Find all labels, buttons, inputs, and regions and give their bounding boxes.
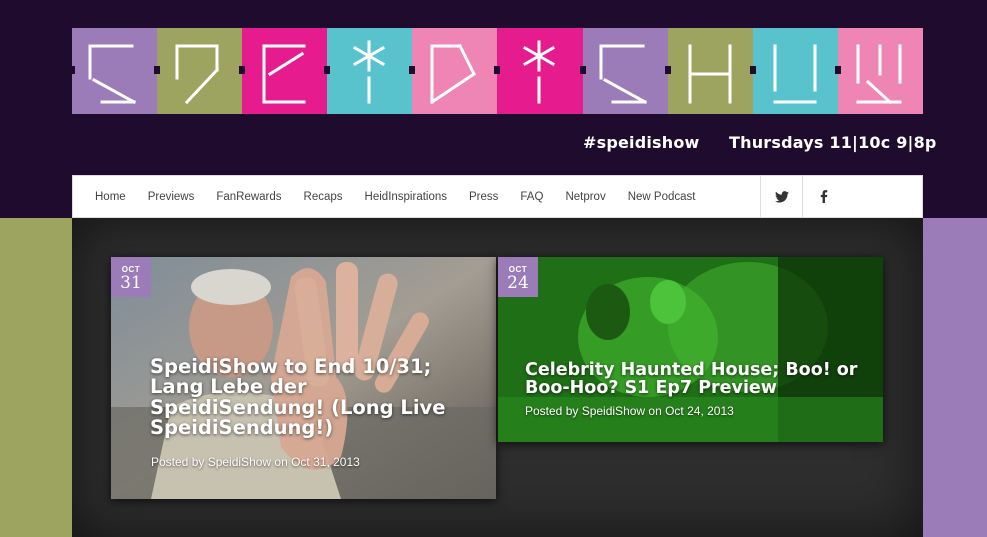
logo-tile: [69, 28, 158, 114]
nav-item-press[interactable]: Press: [469, 191, 498, 203]
nav-item-recaps[interactable]: Recaps: [304, 191, 343, 203]
right-color-band: [923, 218, 987, 537]
logo-tile: [664, 28, 753, 114]
logo-tile: [154, 28, 243, 114]
twitter-button[interactable]: [760, 176, 803, 217]
nav-item-previews[interactable]: Previews: [148, 191, 195, 203]
main-nav: Home Previews FanRewards Recaps HeidInsp…: [72, 175, 923, 218]
site-logo[interactable]: [69, 28, 923, 114]
schedule-text: Thursdays 11|10c 9|8p: [729, 133, 937, 152]
date-badge: OCT 24: [498, 257, 538, 297]
post-title[interactable]: SpeidiShow to End 10/31; Lang Lebe der S…: [150, 356, 480, 439]
post-title[interactable]: Celebrity Haunted House; Boo! or Boo-Hoo…: [525, 361, 875, 398]
nav-item-netprov[interactable]: Netprov: [565, 191, 605, 203]
nav-item-home[interactable]: Home: [95, 191, 126, 203]
nav-item-fanrewards[interactable]: FanRewards: [216, 191, 281, 203]
logo-tile: [579, 28, 668, 114]
post-card[interactable]: OCT 31 SpeidiShow to End 10/31; Lang Leb…: [111, 257, 496, 499]
date-badge: OCT 31: [111, 257, 151, 297]
hashtag-text: #speidishow: [583, 133, 700, 152]
logo-tile: [749, 28, 838, 114]
nav-item-new-podcast[interactable]: New Podcast: [628, 191, 696, 203]
facebook-button[interactable]: [802, 176, 845, 217]
twitter-icon: [775, 190, 789, 203]
date-day: 31: [120, 273, 142, 293]
nav-item-faq[interactable]: FAQ: [520, 191, 543, 203]
logo-tile: [409, 28, 498, 114]
post-meta: Posted by SpeidiShow on Oct 31, 2013: [151, 455, 360, 469]
logo-tile: [834, 28, 923, 114]
logo-tile: [494, 28, 583, 114]
facebook-icon: [820, 190, 828, 203]
logo-tile: [239, 28, 328, 114]
left-color-band: [0, 218, 72, 537]
post-meta: Posted by SpeidiShow on Oct 24, 2013: [525, 404, 734, 418]
nav-item-heidinspirations[interactable]: HeidInspirations: [365, 191, 447, 203]
logo-tile: [324, 28, 413, 114]
date-day: 24: [507, 273, 529, 293]
post-card[interactable]: OCT 24 Celebrity Haunted House; Boo! or …: [498, 257, 883, 442]
